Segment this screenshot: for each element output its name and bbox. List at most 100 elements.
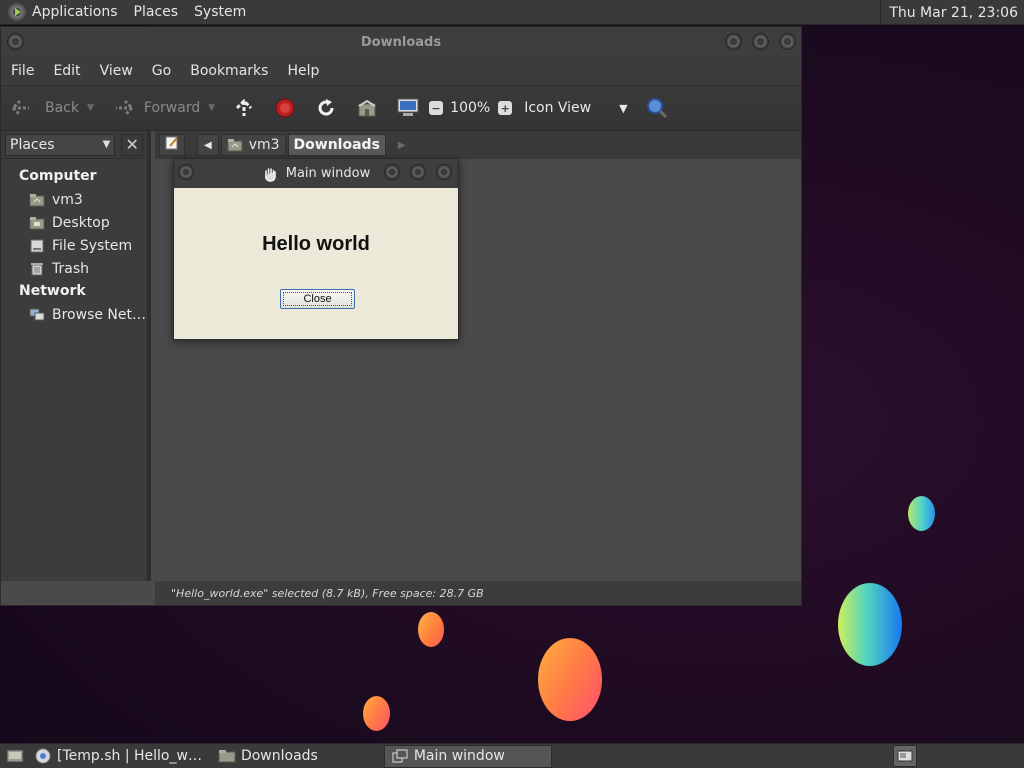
sidebar-item-label: vm3 [52,191,83,208]
folder-icon [218,747,236,765]
menu-view[interactable]: View [100,63,133,79]
chevron-down-icon: ▼ [619,101,628,115]
sidebar-item-desktop[interactable]: Desktop [1,211,147,234]
view-mode-label: Icon View [524,100,592,116]
home-folder-icon [29,192,45,208]
view-mode-combo[interactable]: Icon View ▼ [524,100,627,116]
sidebar-item-label: Desktop [52,214,110,231]
distro-logo-icon[interactable] [8,3,26,21]
menu-places[interactable]: Places [134,4,179,20]
sidebar-close-button[interactable]: ✕ [121,133,143,156]
edit-pencil-icon [164,135,180,155]
path-segment-downloads[interactable]: Downloads [287,134,386,156]
menubar: File Edit View Go Bookmarks Help [1,57,801,85]
zoom-out-button[interactable]: − [429,101,444,115]
status-bar: "Hello_world.exe" selected (8.7 kB), Fre… [155,581,801,605]
window-title: Downloads [360,34,442,50]
back-button[interactable]: Back [11,97,79,119]
trash-icon [29,261,45,277]
network-icon [29,307,45,323]
sidebar-item-trash[interactable]: Trash [1,257,147,280]
menu-bookmarks[interactable]: Bookmarks [190,63,268,79]
taskbar-item-temp-sh[interactable]: [Temp.sh | Hello_w… [28,745,208,768]
menu-help[interactable]: Help [287,63,319,79]
chrome-icon [34,747,52,765]
chevron-left-icon: ◀ [204,139,212,151]
taskbar-item-downloads[interactable]: Downloads [212,745,324,768]
forward-arrow-icon [112,97,134,119]
task-label: Main window [413,748,505,764]
up-arrow-icon[interactable] [233,97,255,119]
reload-icon[interactable] [315,97,337,119]
wallpaper-bubble [363,696,390,731]
task-label: Downloads [240,748,318,764]
back-history-dropdown[interactable]: ▼ [87,103,94,113]
path-scroll-right-button[interactable]: ▶ [398,140,406,151]
sidebar-item-file-system[interactable]: File System [1,234,147,257]
clock[interactable]: Thu Mar 21, 23:06 [880,0,1024,25]
workspace-switcher[interactable] [893,745,917,767]
sidebar-group-network: Network [19,283,86,299]
drive-icon [29,238,45,254]
main-window-dialog: Main window Hello world Close [173,158,459,340]
wallpaper-bubble [418,612,444,647]
close-button[interactable]: Close [280,289,355,309]
window-icon [391,747,409,765]
forward-button[interactable]: Forward [112,97,200,119]
menu-file[interactable]: File [11,63,34,79]
home-folder-icon [227,138,243,152]
back-arrow-icon [11,97,33,119]
zoom-level: 100% [450,100,491,116]
menu-edit[interactable]: Edit [53,63,80,79]
forward-history-dropdown[interactable]: ▼ [208,103,215,113]
task-label: [Temp.sh | Hello_w… [57,748,202,764]
menu-go[interactable]: Go [152,63,171,79]
stop-icon[interactable] [274,97,296,119]
zoom-in-button[interactable]: + [498,101,513,115]
path-segment-vm3[interactable]: vm3 [220,134,286,156]
path-segment-label: Downloads [293,137,380,153]
dialog-titlebar[interactable]: Main window [174,159,458,188]
hand-grab-icon [262,166,278,182]
menu-system[interactable]: System [194,4,246,20]
sidebar-item-label: Browse Net… [52,306,147,323]
edit-location-button[interactable] [159,134,185,156]
taskbar-item-main-window[interactable]: Main window [383,744,552,768]
maximize-button[interactable] [410,164,426,180]
close-window-button[interactable] [436,164,452,180]
sidebar-item-label: File System [52,237,133,254]
menu-applications[interactable]: Applications [32,4,118,20]
dialog-title-wrap: Main window [262,166,371,182]
window-menu-icon[interactable] [178,164,194,180]
maximize-button[interactable] [752,33,769,50]
path-segment-label: vm3 [248,137,280,153]
bottom-panel: [Temp.sh | Hello_w… Downloads Main windo… [0,743,1024,768]
sidebar-group-computer: Computer [19,168,97,184]
path-scroll-left-button[interactable]: ◀ [197,134,219,156]
dialog-title: Main window [285,166,371,181]
close-window-button[interactable] [779,33,796,50]
search-icon[interactable] [646,97,668,119]
window-titlebar[interactable]: Downloads [1,27,801,57]
desktop-folder-icon [29,215,45,231]
show-desktop-button[interactable] [4,745,26,767]
computer-icon[interactable] [397,97,419,119]
sidebar-places-selector[interactable]: Places ▼ [5,133,116,156]
pathbar: ◀ vm3 Downloads ▶ [155,131,801,159]
chevron-down-icon: ▼ [102,139,111,150]
home-icon[interactable] [356,97,378,119]
window-menu-icon[interactable] [7,33,24,50]
wallpaper-bubble [838,583,902,666]
sidebar-item-browse-network[interactable]: Browse Net… [1,303,147,326]
sidebar-item-vm3[interactable]: vm3 [1,188,147,211]
sidebar-selector-label: Places [10,136,55,153]
hello-message: Hello world [262,233,370,255]
forward-label: Forward [143,100,201,116]
wallpaper-bubble [908,496,935,531]
toolbar: Back ▼ Forward ▼ − 100% + Icon View ▼ [1,85,801,131]
wallpaper-bubble [538,638,602,721]
minimize-button[interactable] [384,164,400,180]
minimize-button[interactable] [725,33,742,50]
sidebar-item-label: Trash [52,260,89,277]
top-panel: Applications Places System Thu Mar 21, 2… [0,0,1024,25]
